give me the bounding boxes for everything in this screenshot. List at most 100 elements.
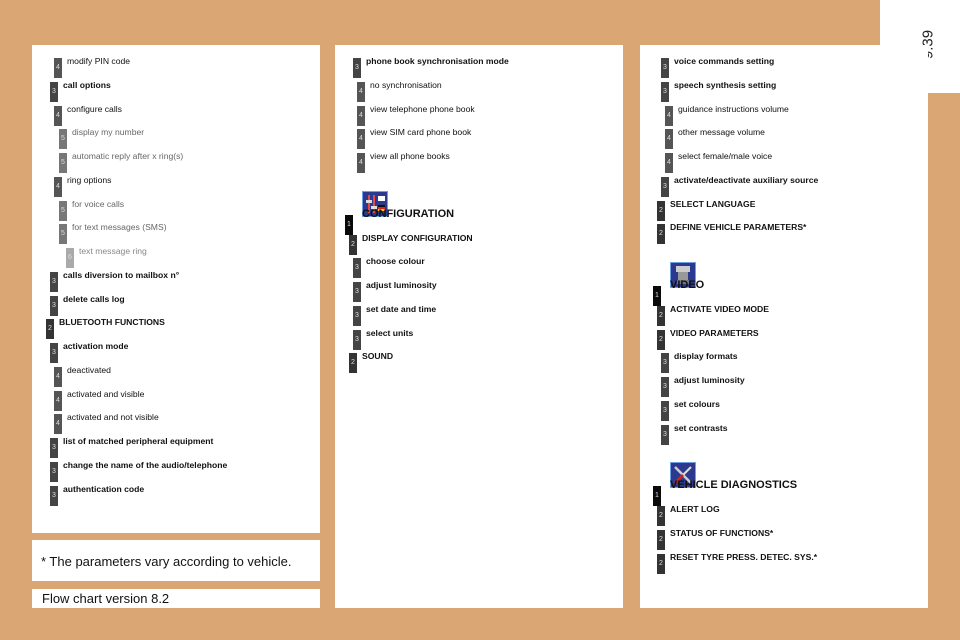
menu-item-label: RESET TYRE PRESS. DETEC. SYS.* — [670, 551, 818, 562]
menu-item-label: display my number — [72, 127, 145, 138]
menu-item-label: activated and not visible — [67, 412, 159, 423]
menu-item-label: adjust luminosity — [674, 375, 745, 385]
menu-item-label: view all phone books — [370, 151, 450, 161]
menu-item-label: ACTIVATE VIDEO MODE — [670, 303, 769, 314]
menu-item-label: call options — [63, 79, 111, 90]
menu-item-label: VEHICLE DIAGNOSTICS — [670, 479, 798, 492]
level-badge: 3 — [661, 353, 669, 374]
menu-item-label: VIDEO — [670, 279, 705, 291]
level-badge: 3 — [661, 176, 669, 197]
menu-item-label: view SIM card phone book — [370, 127, 472, 138]
level-badge: 3 — [353, 282, 361, 302]
level-badge: 4 — [665, 153, 673, 173]
level-badge: 5 — [59, 129, 67, 150]
level-badge: 4 — [54, 58, 62, 78]
menu-item-label: set colours — [674, 398, 720, 409]
menu-item-label: display formats — [674, 351, 738, 362]
level-badge: 3 — [50, 295, 58, 316]
menu-item-label: adjust luminosity — [366, 280, 437, 290]
menu-item-label: SOUND — [362, 351, 394, 362]
menu-item-label: voice commands setting — [674, 56, 775, 66]
menu-item-label: BLUETOOTH FUNCTIONS — [59, 317, 165, 328]
menu-item-label: ring options — [67, 174, 112, 185]
menu-item-label: set contrasts — [674, 422, 728, 433]
level-badge: 2 — [657, 529, 665, 550]
level-badge: 3 — [661, 58, 669, 78]
level-badge: 4 — [665, 105, 673, 126]
level-badge: 2 — [657, 329, 665, 350]
level-badge: 4 — [357, 81, 365, 102]
menu-item-label: view telephone phone book — [370, 103, 475, 114]
menu-item-label: select units — [366, 327, 414, 338]
menu-item-label: change the name of the audio/telephone — [63, 459, 228, 470]
menu-item-label: phone book synchronisation mode — [366, 56, 509, 66]
menu-item-label: choose colour — [366, 256, 425, 267]
level-badge: 3 — [661, 377, 669, 397]
level-badge: 2 — [657, 553, 665, 574]
footnote-box: * The parameters vary according to vehic… — [32, 540, 320, 581]
level-badge: 3 — [50, 438, 58, 458]
menu-item-label: guidance instructions volume — [678, 103, 789, 114]
menu-item-label: list of matched peripheral equipment — [63, 436, 214, 446]
menu-item-label: ALERT LOG — [670, 504, 720, 514]
level-badge: 4 — [357, 129, 365, 150]
level-badge: 3 — [661, 424, 669, 445]
level-badge: 4 — [54, 105, 62, 126]
level-badge: 3 — [50, 343, 58, 363]
menu-item-label: no synchronisation — [370, 79, 442, 90]
menu-item-label: other message volume — [678, 127, 765, 138]
menu-item-label: DEFINE VEHICLE PARAMETERS* — [670, 222, 807, 233]
version-box: Flow chart version 8.2 — [32, 589, 320, 608]
level-badge: 3 — [50, 485, 58, 506]
menu-item-label: authentication code — [63, 483, 145, 494]
level-badge: 1 — [653, 486, 661, 507]
menu-item-label: CONFIGURATION — [362, 207, 455, 220]
level-badge: 2 — [657, 200, 665, 221]
level-badge: 3 — [353, 305, 361, 326]
level-badge: 3 — [50, 271, 58, 292]
level-badge: 5 — [59, 224, 67, 245]
level-badge: 2 — [657, 224, 665, 245]
level-badge: 3 — [353, 258, 361, 279]
level-badge: 2 — [349, 234, 357, 255]
footnote: * The parameters vary according to vehic… — [41, 554, 292, 569]
level-badge: 2 — [657, 506, 665, 526]
level-badge: 2 — [657, 305, 665, 326]
menu-item-label: automatic reply after x ring(s) — [72, 151, 184, 161]
version-label: Flow chart version 8.2 — [42, 591, 170, 606]
menu-item-label: modify PIN code — [67, 56, 131, 66]
level-badge: 5 — [59, 153, 67, 173]
menu-item-label: for voice calls — [72, 198, 125, 209]
level-badge: 6 — [66, 248, 74, 268]
level-badge: 4 — [54, 366, 62, 387]
level-badge: 3 — [50, 81, 58, 102]
level-badge: 1 — [345, 214, 353, 235]
menu-item-label: select female/male voice — [678, 151, 773, 161]
menu-item-label: delete calls log — [63, 293, 125, 304]
menu-item-label: calls diversion to mailbox n° — [63, 269, 180, 280]
level-badge: 4 — [665, 129, 673, 150]
menu-item-label: DISPLAY CONFIGURATION — [362, 232, 473, 243]
level-badge: 4 — [357, 105, 365, 126]
level-badge: 5 — [59, 200, 67, 221]
level-badge: 2 — [46, 319, 54, 340]
level-badge: 3 — [50, 461, 58, 482]
level-badge: 2 — [349, 353, 357, 374]
menu-item-label: configure calls — [67, 103, 122, 114]
menu-item-label: VIDEO PARAMETERS — [670, 327, 759, 338]
level-badge: 4 — [54, 176, 62, 197]
menu-item-label: for text messages (SMS) — [72, 222, 167, 233]
level-badge: 3 — [661, 400, 669, 421]
menu-item-label: SELECT LANGUAGE — [670, 198, 756, 209]
menu-item-label: STATUS OF FUNCTIONS* — [670, 527, 774, 538]
menu-item-label: deactivated — [67, 364, 111, 375]
menu-item-label: activate/deactivate auxiliary source — [674, 174, 819, 185]
level-badge: 3 — [353, 329, 361, 350]
level-badge: 4 — [54, 390, 62, 411]
menu-item-label: text message ring — [79, 246, 147, 256]
level-badge: 4 — [54, 414, 62, 435]
level-badge: 3 — [353, 58, 361, 78]
menu-item-label: activation mode — [63, 341, 129, 351]
menu-item-label: set date and time — [366, 303, 437, 314]
menu-item-label: activated and visible — [67, 388, 145, 399]
